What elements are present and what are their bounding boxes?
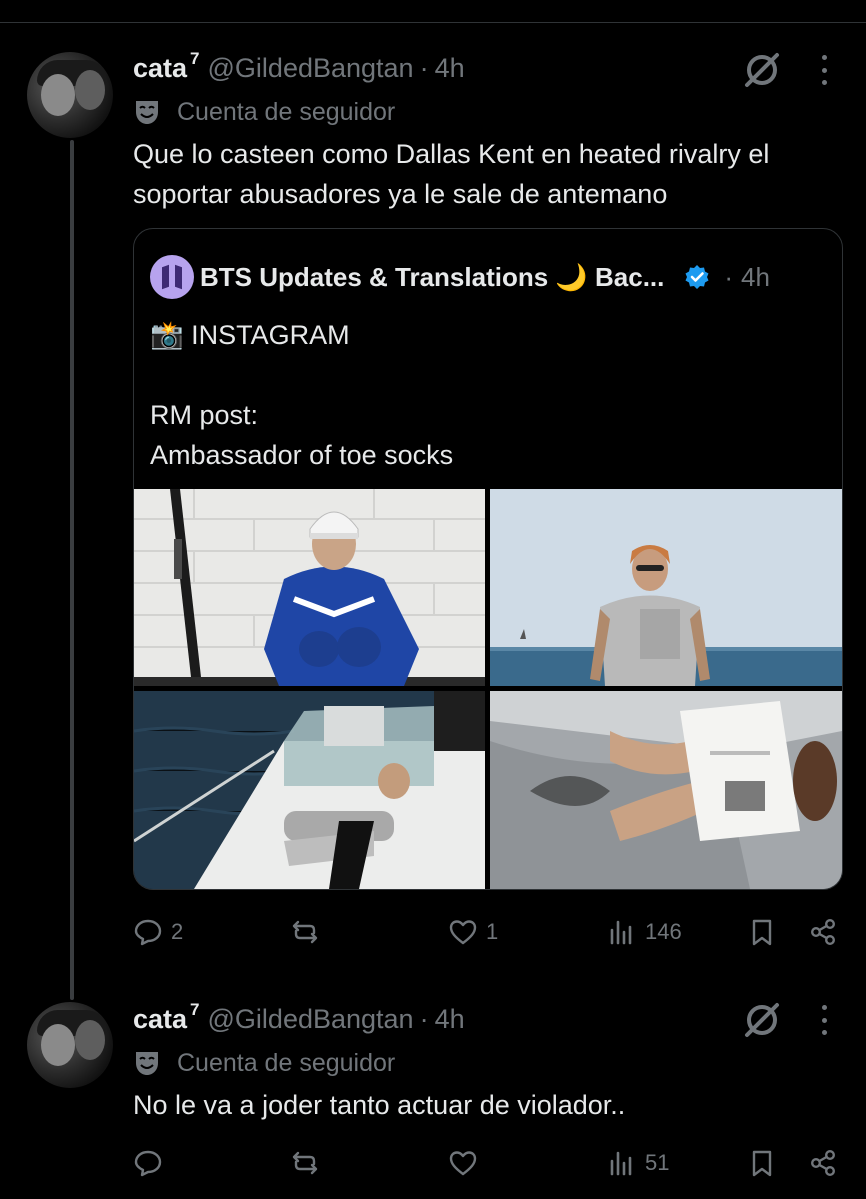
reply-button[interactable]: 2 bbox=[133, 912, 183, 952]
more-icon[interactable] bbox=[819, 55, 829, 85]
views-button[interactable]: 146 bbox=[607, 912, 682, 952]
like-count: 1 bbox=[486, 919, 499, 944]
share-icon bbox=[810, 919, 836, 946]
reply-icon bbox=[134, 1150, 162, 1177]
bookmark-button[interactable] bbox=[747, 912, 777, 952]
follower-label-text: Cuenta de seguidor bbox=[177, 97, 396, 126]
timestamp[interactable]: 4h bbox=[435, 53, 465, 84]
heart-icon bbox=[449, 920, 477, 945]
separator-dot: · bbox=[419, 1003, 429, 1034]
tweet-text: No le va a joder tanto actuar de violado… bbox=[133, 1090, 626, 1120]
tweet-actions: 51 bbox=[133, 1143, 843, 1183]
share-icon bbox=[810, 1150, 836, 1177]
separator-dot: · bbox=[419, 52, 429, 83]
tweet-text: Que lo casteen como Dallas Kent en heate… bbox=[133, 139, 770, 209]
tweet-actions: 2 1 146 bbox=[133, 912, 843, 952]
tweet-header: cata 7 @GildedBangtan · 4h bbox=[133, 49, 465, 86]
more-icon[interactable] bbox=[819, 1005, 829, 1035]
verified-badge-icon bbox=[685, 265, 709, 289]
quoted-display-name[interactable]: BTS Updates & Translations 🌙 Bac... bbox=[200, 262, 664, 293]
share-button[interactable] bbox=[808, 1143, 838, 1183]
view-count: 146 bbox=[645, 919, 682, 944]
beach-photo[interactable] bbox=[490, 489, 842, 686]
bookmark-icon bbox=[752, 1150, 772, 1177]
views-icon bbox=[610, 920, 632, 945]
like-button[interactable] bbox=[448, 1143, 486, 1183]
thread-connector-line bbox=[70, 140, 74, 1000]
follower-account-label: Cuenta de seguidor bbox=[133, 96, 395, 128]
bookmark-button[interactable] bbox=[747, 1143, 777, 1183]
quoted-tweet-header: BTS Updates & Translations 🌙 Bac... · 4h bbox=[150, 255, 830, 299]
bookmark-icon bbox=[752, 919, 772, 946]
boat-photo[interactable] bbox=[134, 691, 485, 889]
quoted-separator-dot: · bbox=[724, 261, 734, 292]
follower-account-label: Cuenta de seguidor bbox=[133, 1047, 395, 1079]
quoted-timestamp[interactable]: 4h bbox=[741, 262, 770, 293]
retweet-button[interactable] bbox=[290, 912, 328, 952]
like-button[interactable]: 1 bbox=[448, 912, 498, 952]
book-photo[interactable] bbox=[490, 691, 842, 889]
quoted-tweet-text: 📸 INSTAGRAM RM post: Ambassador of toe s… bbox=[150, 320, 454, 470]
avatar[interactable] bbox=[27, 1002, 113, 1088]
photo-grid bbox=[134, 489, 842, 889]
views-icon bbox=[610, 1151, 632, 1176]
heart-icon bbox=[449, 1151, 477, 1176]
tweet-header: cata 7 @GildedBangtan · 4h bbox=[133, 1000, 465, 1037]
retweet-icon bbox=[292, 1151, 318, 1175]
timestamp[interactable]: 4h bbox=[435, 1004, 465, 1035]
reply-icon bbox=[134, 919, 162, 946]
theater-mask-icon bbox=[136, 1052, 158, 1075]
display-name[interactable]: cata bbox=[133, 1004, 187, 1035]
retweet-icon bbox=[292, 920, 318, 944]
theater-mask-icon bbox=[136, 101, 158, 124]
share-button[interactable] bbox=[808, 912, 838, 952]
display-name[interactable]: cata bbox=[133, 53, 187, 84]
top-divider bbox=[0, 22, 866, 23]
reply-button[interactable] bbox=[133, 1143, 171, 1183]
grok-icon[interactable] bbox=[741, 49, 783, 91]
grok-icon[interactable] bbox=[741, 999, 783, 1041]
reply-count: 2 bbox=[171, 919, 184, 944]
views-button[interactable]: 51 bbox=[607, 1143, 669, 1183]
avatar[interactable] bbox=[27, 52, 113, 138]
handle[interactable]: @GildedBangtan bbox=[208, 53, 414, 84]
name-suffix: 7 bbox=[190, 1000, 200, 1019]
hockey-photo[interactable] bbox=[134, 489, 485, 686]
quoted-tweet[interactable]: BTS Updates & Translations 🌙 Bac... · 4h… bbox=[133, 228, 843, 890]
bts-logo-avatar[interactable] bbox=[150, 255, 194, 299]
handle[interactable]: @GildedBangtan bbox=[208, 1004, 414, 1035]
follower-label-text: Cuenta de seguidor bbox=[177, 1048, 396, 1077]
name-suffix: 7 bbox=[190, 49, 200, 68]
view-count: 51 bbox=[645, 1150, 670, 1175]
retweet-button[interactable] bbox=[290, 1143, 328, 1183]
